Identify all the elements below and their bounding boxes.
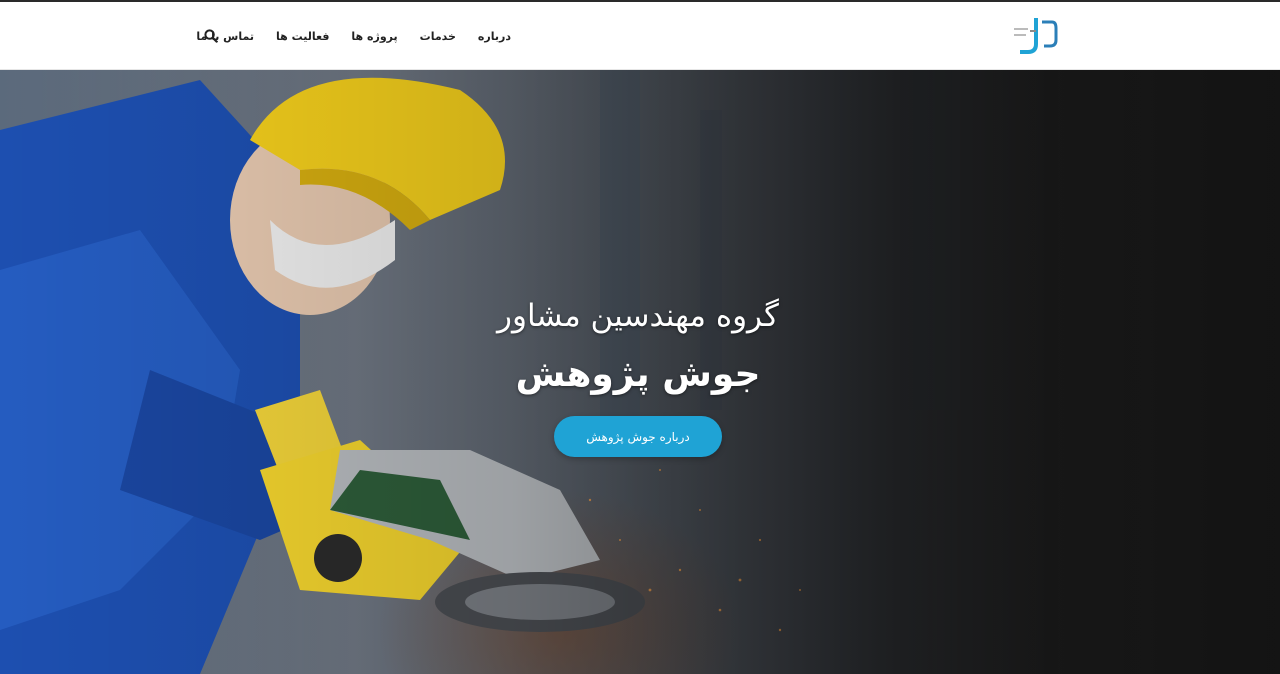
- nav-item-activities[interactable]: فعالیت ها: [276, 30, 329, 43]
- main-navigation: درباره خدمات پروژه ها فعالیت ها تماس با …: [196, 2, 511, 70]
- nav-item-projects[interactable]: پروژه ها: [351, 30, 397, 43]
- nav-item-about[interactable]: درباره: [478, 30, 511, 43]
- logo-icon: [1014, 18, 1058, 54]
- about-cta-button[interactable]: درباره جوش پژوهش: [554, 416, 722, 457]
- hero-banner: گروه مهندسین مشاور جوش پژوهش درباره جوش …: [0, 70, 1280, 674]
- company-logo[interactable]: [1006, 14, 1060, 58]
- hero-subtitle: گروه مهندسین مشاور: [497, 298, 779, 334]
- nav-item-services[interactable]: خدمات: [420, 30, 456, 43]
- site-header: درباره خدمات پروژه ها فعالیت ها تماس با …: [0, 2, 1280, 70]
- search-icon[interactable]: [204, 28, 218, 43]
- hero-title: جوش پژوهش: [515, 354, 761, 395]
